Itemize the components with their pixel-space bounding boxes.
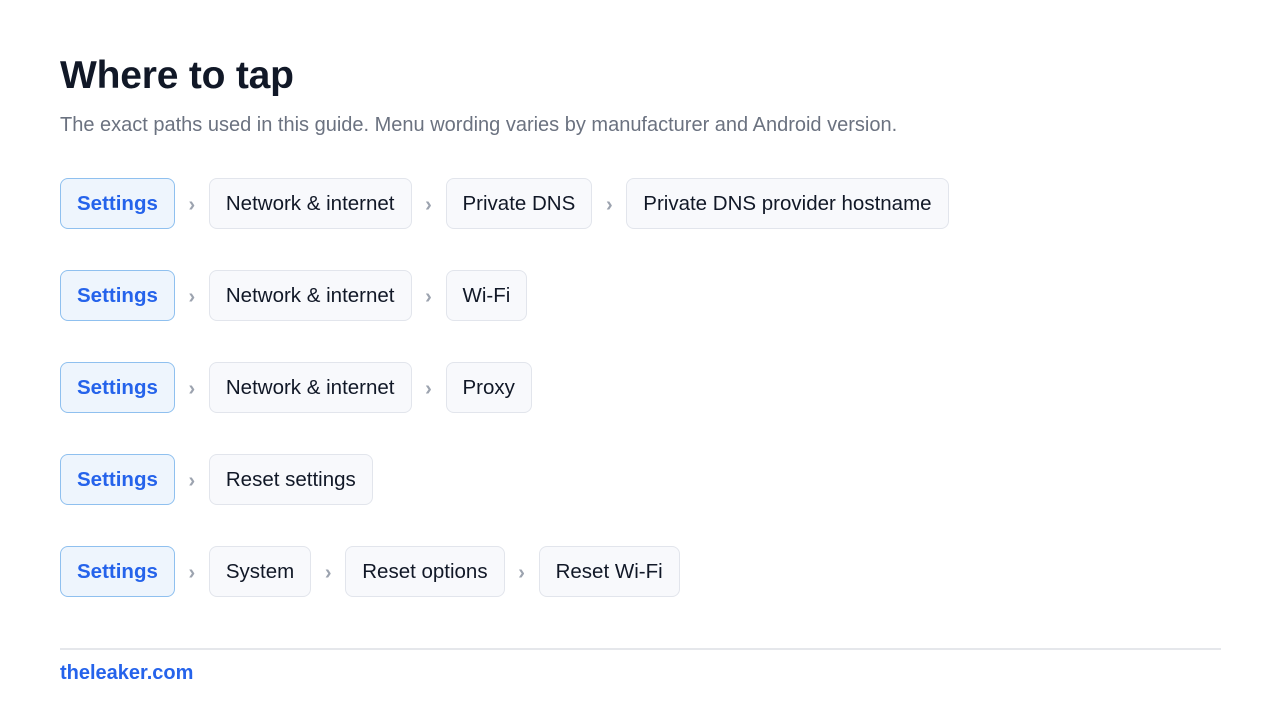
path-step[interactable]: Network & internet — [208, 362, 412, 413]
path-step-root[interactable]: Settings — [60, 270, 175, 321]
path-step-root[interactable]: Settings — [60, 178, 175, 229]
chevron-right-icon: › — [425, 286, 432, 308]
chevron-right-icon: › — [188, 562, 196, 584]
path-row: Settings › System › Reset options › Reset Wi-F… — [60, 546, 949, 597]
chevron-right-icon: › — [188, 194, 196, 216]
footer-divider — [60, 648, 1221, 650]
footer-site-link[interactable]: theleaker.com — [60, 662, 193, 685]
path-row: Settings › Network & internet › Private DNS ›… — [60, 178, 949, 229]
path-step[interactable]: Network & internet — [208, 270, 412, 321]
chevron-right-icon: › — [324, 562, 332, 584]
chevron-right-icon: › — [188, 378, 196, 400]
path-step[interactable]: Private DNS — [445, 178, 593, 229]
chevron-right-icon: › — [188, 286, 196, 308]
path-step[interactable]: Reset settings — [208, 454, 373, 505]
chevron-right-icon: › — [188, 470, 196, 492]
path-step[interactable]: Reset Wi-Fi — [538, 546, 680, 597]
path-step[interactable]: Proxy — [445, 362, 532, 413]
path-list: Settings › Network & internet › Private DNS ›… — [60, 178, 949, 638]
path-step[interactable]: Wi-Fi — [445, 270, 528, 321]
path-step[interactable]: Network & internet — [208, 178, 412, 229]
chevron-right-icon: › — [425, 194, 432, 216]
chevron-right-icon: › — [605, 194, 613, 216]
path-step-root[interactable]: Settings — [60, 454, 175, 505]
path-row: Settings › Network & internet › Wi-Fi — [60, 270, 949, 321]
path-step[interactable]: System — [208, 546, 312, 597]
page-title: Where to tap — [60, 54, 294, 97]
path-step[interactable]: Reset options — [345, 546, 505, 597]
chevron-right-icon: › — [518, 562, 525, 584]
path-step-root[interactable]: Settings — [60, 362, 175, 413]
path-row: Settings › Reset settings — [60, 454, 949, 505]
chevron-right-icon: › — [425, 378, 432, 400]
page-subtitle: The exact paths used in this guide. Menu… — [60, 114, 898, 136]
path-step-root[interactable]: Settings — [60, 546, 175, 597]
path-step[interactable]: Private DNS provider hostname — [626, 178, 949, 229]
path-row: Settings › Network & internet › Proxy — [60, 362, 949, 413]
